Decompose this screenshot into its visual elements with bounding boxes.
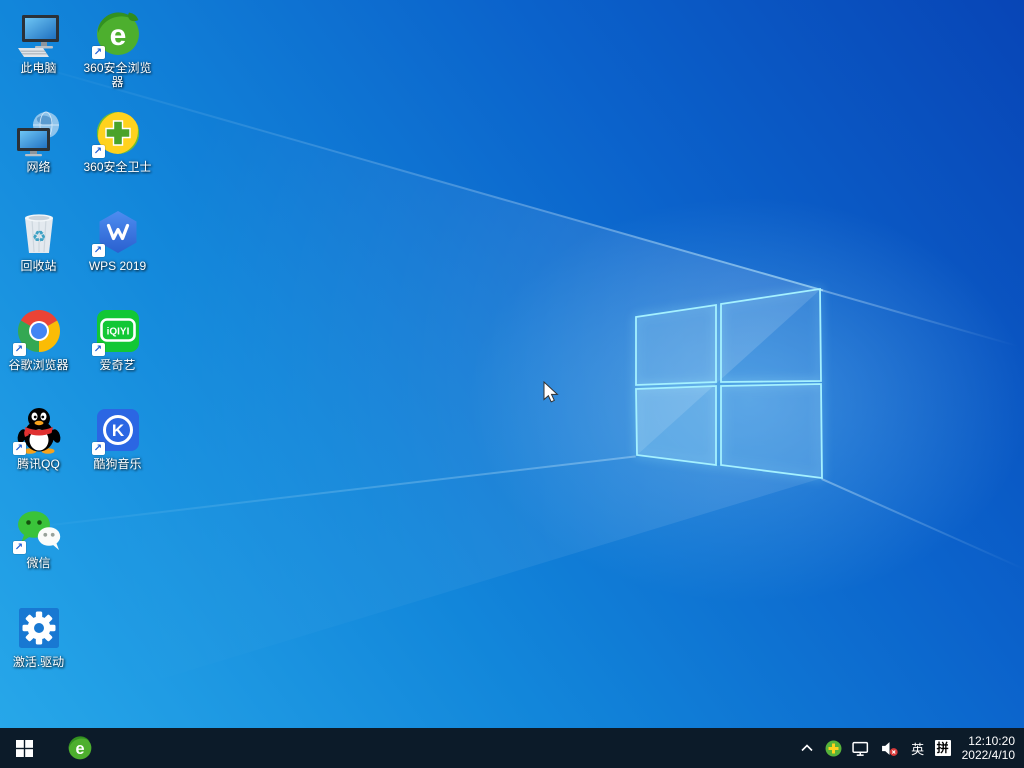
wallpaper-ray xyxy=(820,289,1018,347)
desktop-icon-label: 爱奇艺 xyxy=(79,358,156,372)
desktop-icon-360-safeguard[interactable]: ↗ 360安全卫士 xyxy=(79,109,156,174)
desktop-icon-label: 谷歌浏览器 xyxy=(0,358,77,372)
svg-text:iQIYI: iQIYI xyxy=(106,327,129,338)
desktop-icon-label: 回收站 xyxy=(0,259,77,273)
clock-date: 2022/4/10 xyxy=(962,748,1015,763)
svg-text:♻: ♻ xyxy=(31,227,45,246)
kugou-music-icon: K ↗ xyxy=(94,406,142,454)
desktop-icon-activate-driver[interactable]: 激活.驱动 xyxy=(0,604,77,669)
desktop-icon-google-chrome[interactable]: ↗ 谷歌浏览器 xyxy=(0,307,77,372)
desktop-icon-label: 腾讯QQ xyxy=(0,457,77,471)
desktop-icon-label: 360安全浏览器 xyxy=(79,61,156,89)
wallpaper-ray xyxy=(821,478,1024,570)
taskbar-left: e xyxy=(0,728,104,768)
desktop-icon-label: 激活.驱动 xyxy=(0,655,77,669)
clock-time: 12:10:20 xyxy=(962,734,1015,749)
wallpaper-glow xyxy=(390,140,1024,660)
desktop-icon-wechat[interactable]: ↗ 微信 xyxy=(0,505,77,570)
ime-mode-glyph: 拼 xyxy=(935,740,951,756)
wps-2019-icon: ↗ xyxy=(94,208,142,256)
desktop-icon-recycle-bin[interactable]: ♻ 回收站 xyxy=(0,208,77,273)
start-button[interactable] xyxy=(0,728,48,768)
desktop-icon-network[interactable]: 网络 xyxy=(0,109,77,174)
desktop-icon-label: 网络 xyxy=(0,160,77,174)
tencent-qq-icon: ↗ xyxy=(15,406,63,454)
windows-flag-icon xyxy=(16,740,33,757)
360-browser-icon: e ↗ xyxy=(94,10,142,58)
desktop-icon-this-pc[interactable]: 此电脑 xyxy=(0,10,77,75)
tray-volume-muted-icon[interactable] xyxy=(879,728,901,768)
desktop-icon-label: 此电脑 xyxy=(0,61,77,75)
shortcut-arrow-icon: ↗ xyxy=(13,541,26,554)
taskbar-clock[interactable]: 12:10:20 2022/4/10 xyxy=(962,734,1015,763)
shortcut-arrow-icon: ↗ xyxy=(13,343,26,356)
svg-text:e: e xyxy=(109,19,126,52)
wechat-icon: ↗ xyxy=(15,505,63,553)
desktop-icon-kugou-music[interactable]: K ↗ 酷狗音乐 xyxy=(79,406,156,471)
desktop-background[interactable]: 此电脑 e ↗ 360安全浏览器 xyxy=(0,0,1024,728)
google-chrome-icon: ↗ xyxy=(15,307,63,355)
desktop-icon-360-browser[interactable]: e ↗ 360安全浏览器 xyxy=(79,10,156,89)
shortcut-arrow-icon: ↗ xyxy=(92,343,105,356)
tray-chevron-up-icon[interactable] xyxy=(797,728,817,768)
desktop-icon-label: 酷狗音乐 xyxy=(79,457,156,471)
desktop-icon-label: 360安全卫士 xyxy=(79,160,156,174)
gear-icon xyxy=(15,604,63,652)
ime-language-indicator[interactable]: 英 xyxy=(908,728,928,768)
system-tray: 英 拼 12:10:20 2022/4/10 xyxy=(797,728,1024,768)
network-icon xyxy=(15,109,63,157)
shortcut-arrow-icon: ↗ xyxy=(92,46,105,59)
shortcut-arrow-icon: ↗ xyxy=(92,145,105,158)
taskbar-360-browser-button[interactable]: e xyxy=(56,728,104,768)
tray-network-icon[interactable] xyxy=(850,728,872,768)
shortcut-arrow-icon: ↗ xyxy=(92,442,105,455)
iqiyi-icon: iQIYI ↗ xyxy=(94,307,142,355)
mouse-cursor xyxy=(543,381,560,405)
recycle-bin-icon: ♻ xyxy=(15,208,63,256)
desktop-icon-iqiyi[interactable]: iQIYI ↗ 爱奇艺 xyxy=(79,307,156,372)
desktop-icon-tencent-qq[interactable]: ↗ 腾讯QQ xyxy=(0,406,77,471)
desktop-icon-wps-2019[interactable]: ↗ WPS 2019 xyxy=(79,208,156,273)
360-safeguard-icon: ↗ xyxy=(94,109,142,157)
taskbar: e 英 拼 xyxy=(0,728,1024,768)
shortcut-arrow-icon: ↗ xyxy=(92,244,105,257)
shortcut-arrow-icon: ↗ xyxy=(13,442,26,455)
this-pc-icon xyxy=(15,10,63,58)
desktop-icon-label: WPS 2019 xyxy=(79,259,156,273)
svg-text:e: e xyxy=(75,740,84,758)
desktop-icon-label: 微信 xyxy=(0,556,77,570)
svg-text:K: K xyxy=(111,421,124,440)
360-browser-icon: e xyxy=(67,735,93,761)
ime-mode-indicator[interactable]: 拼 xyxy=(935,728,951,768)
tray-360-security-icon[interactable] xyxy=(824,728,843,768)
